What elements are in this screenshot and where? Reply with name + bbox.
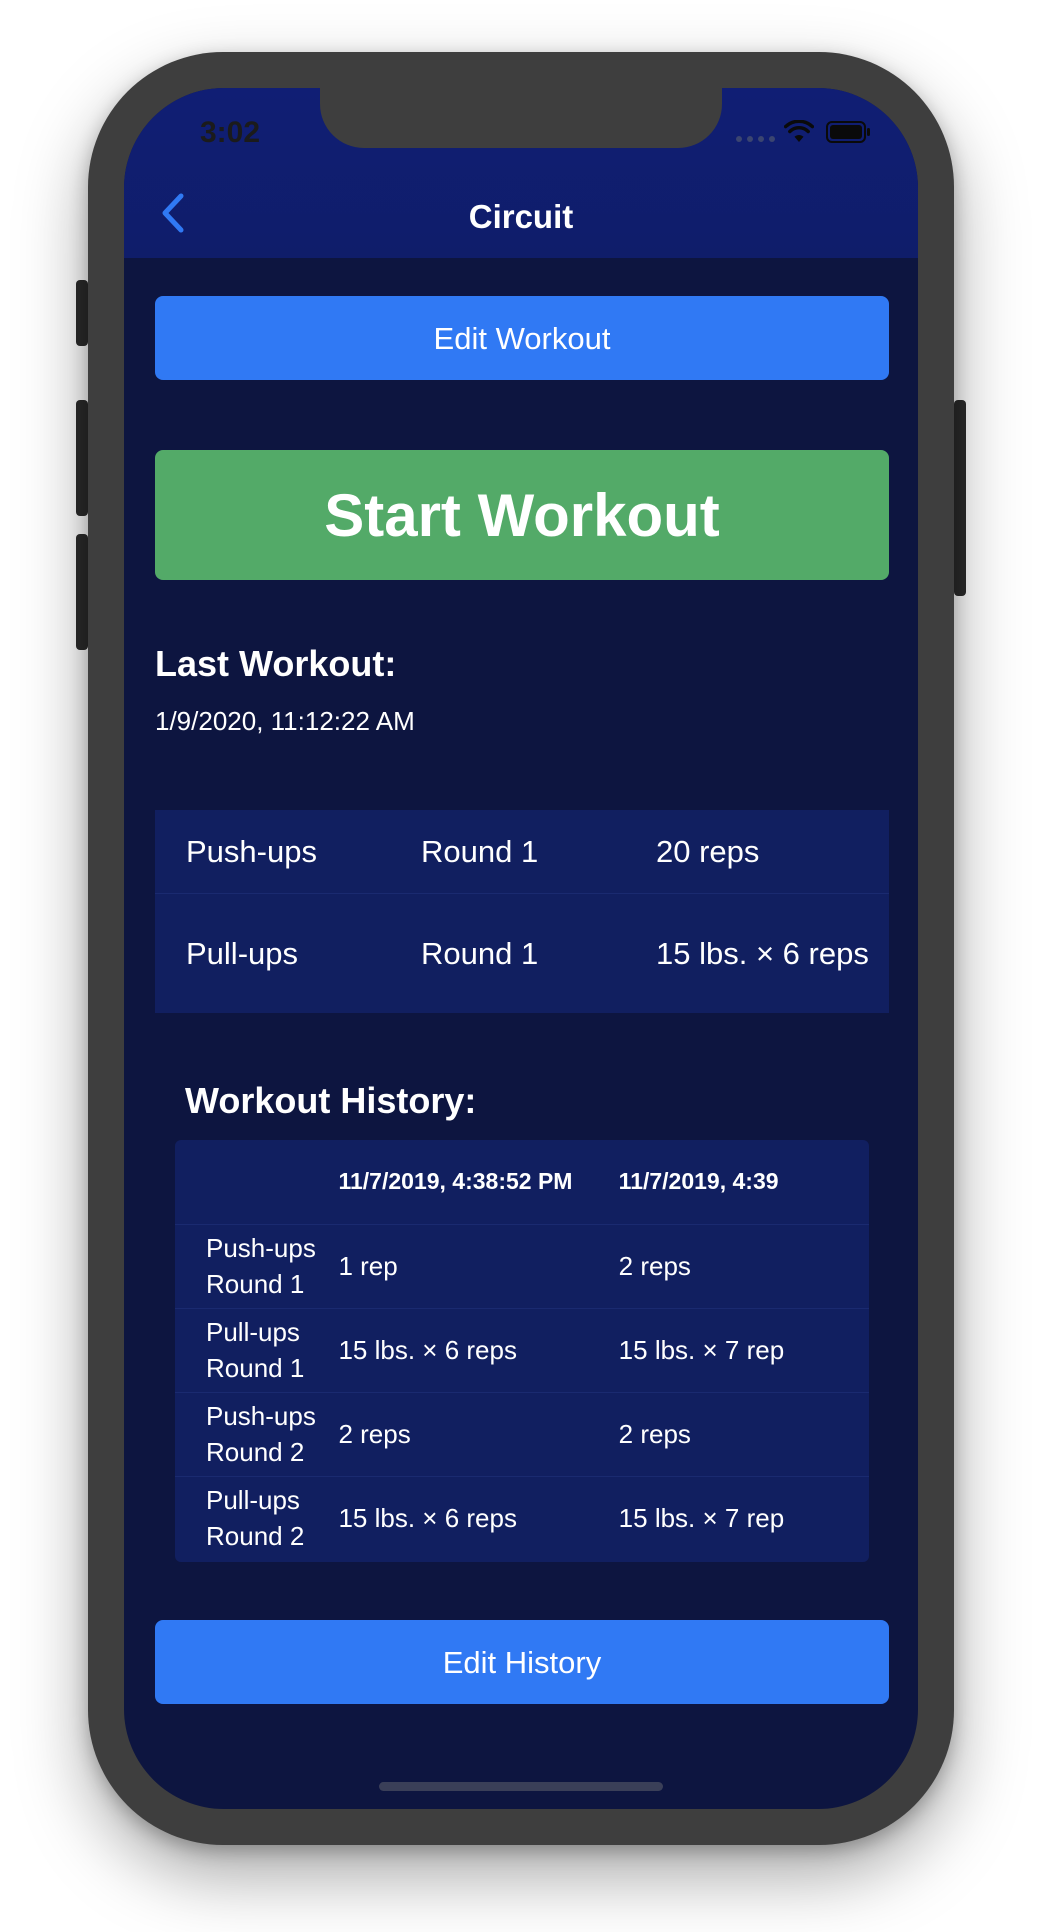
- row-round: Round 1: [206, 1353, 305, 1383]
- round-cell: Round 1: [421, 935, 539, 971]
- row-label: Push-ups Round 2: [175, 1392, 339, 1477]
- battery-icon: [826, 121, 870, 143]
- row-label: Pull-ups Round 2: [175, 1476, 338, 1560]
- start-workout-button[interactable]: Start Workout: [155, 450, 889, 580]
- history-cell: 15 lbs. × 7 rep: [618, 1502, 785, 1533]
- page-title: Circuit: [468, 198, 574, 235]
- volume-down-button: [76, 534, 88, 650]
- row-label: Push-ups Round 1: [175, 1224, 339, 1309]
- table-row: Pull-ups Round 2 15 lbs. × 6 reps 15 lbs…: [175, 1476, 869, 1560]
- last-workout-date: 1/9/2020, 11:12:22 AM: [155, 706, 415, 736]
- history-cell: 15 lbs. × 6 reps: [338, 1502, 517, 1533]
- table-row: Pull-ups Round 1 15 lbs. × 6 reps 15 lbs…: [175, 1308, 869, 1393]
- navigation-bar: 3:02 Circuit: [124, 88, 918, 258]
- history-cell: 2 reps: [618, 1224, 869, 1309]
- row-round: Round 2: [206, 1521, 305, 1552]
- history-cell: 15 lbs. × 6 reps: [338, 1308, 619, 1393]
- power-button: [954, 400, 966, 596]
- round-cell: Round 1: [421, 833, 539, 869]
- home-indicator[interactable]: [379, 1782, 663, 1791]
- row-exercise: Pull-ups: [206, 1317, 300, 1347]
- history-cell: 1 rep: [338, 1224, 619, 1309]
- last-workout-heading: Last Workout:: [155, 643, 397, 684]
- workout-history-table[interactable]: 11/7/2019, 4:38:52 PM 11/7/2019, 4:39 Pu…: [175, 1140, 869, 1562]
- row-label: Pull-ups Round 1: [175, 1308, 339, 1393]
- corner-cell: [175, 1140, 339, 1225]
- edit-workout-button[interactable]: Edit Workout: [155, 296, 889, 380]
- edit-history-button[interactable]: Edit History: [155, 1620, 889, 1704]
- row-round: Round 2: [206, 1437, 305, 1467]
- cellular-signal-icon: [736, 136, 775, 142]
- history-grid: 11/7/2019, 4:38:52 PM 11/7/2019, 4:39 Pu…: [175, 1140, 869, 1560]
- last-workout-table: Push-ups Round 1 20 reps Pull-ups Round …: [155, 810, 889, 1013]
- history-cell: 2 reps: [338, 1392, 619, 1477]
- device-frame: 3:02 Circuit Edit Workout Start Workout …: [0, 0, 1042, 1932]
- silent-switch: [76, 280, 88, 346]
- row-exercise: Push-ups: [206, 1401, 316, 1431]
- column-header: 11/7/2019, 4:38:52 PM: [338, 1140, 619, 1225]
- history-cell: 15 lbs. × 7 rep: [618, 1308, 869, 1393]
- table-row: Pull-ups Round 1 15 lbs. × 6 reps: [155, 894, 889, 1013]
- column-header: 11/7/2019, 4:39: [618, 1140, 869, 1225]
- result-cell: 20 reps: [656, 833, 760, 869]
- table-row: Push-ups Round 1 20 reps: [155, 810, 889, 894]
- notch: [320, 88, 722, 148]
- row-exercise: Pull-ups: [206, 1485, 300, 1516]
- result-cell: 15 lbs. × 6 reps: [656, 935, 869, 971]
- table-row: Push-ups Round 1 1 rep 2 reps: [175, 1224, 869, 1309]
- table-header-row: 11/7/2019, 4:38:52 PM 11/7/2019, 4:39: [175, 1140, 869, 1225]
- table-row: Push-ups Round 2 2 reps 2 reps: [175, 1392, 869, 1477]
- volume-up-button: [76, 400, 88, 516]
- app-screen: 3:02 Circuit Edit Workout Start Workout …: [124, 88, 918, 1809]
- wifi-icon: [784, 120, 814, 142]
- exercise-cell: Pull-ups: [186, 935, 298, 971]
- row-exercise: Push-ups: [206, 1233, 316, 1263]
- workout-history-heading: Workout History:: [185, 1080, 477, 1121]
- row-round: Round 1: [206, 1269, 305, 1299]
- exercise-cell: Push-ups: [186, 833, 317, 869]
- status-time: 3:02: [200, 116, 261, 149]
- history-cell: 2 reps: [618, 1392, 869, 1477]
